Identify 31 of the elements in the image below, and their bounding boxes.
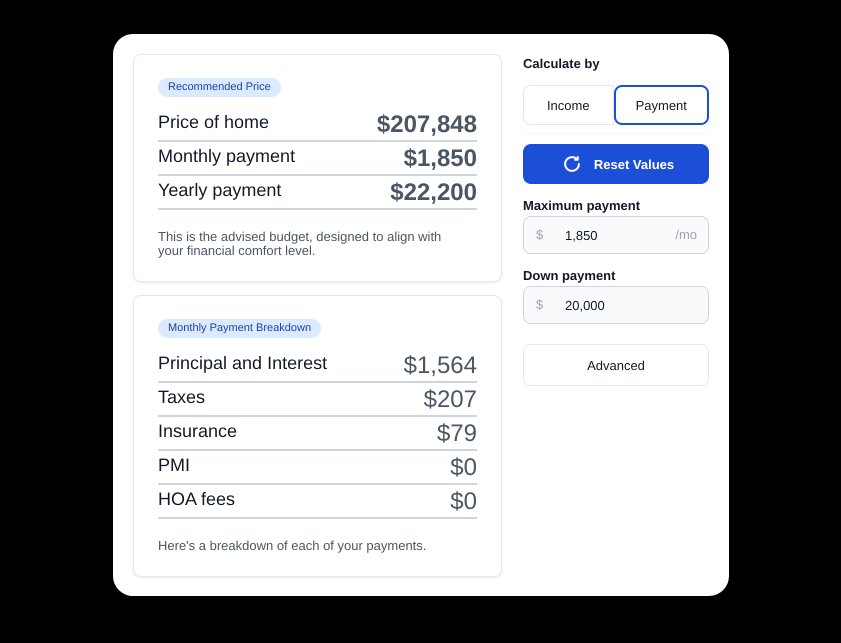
row-value: $207 xyxy=(424,385,477,415)
currency-prefix: $ xyxy=(536,226,544,244)
section-badge: Recommended Price xyxy=(158,78,281,97)
row-label: HOA fees xyxy=(158,488,236,511)
refresh-icon xyxy=(564,156,580,172)
row-label: Yearly payment xyxy=(158,179,282,202)
unit-suffix: /mo xyxy=(675,226,697,244)
row-label: Price of home xyxy=(158,111,270,134)
calculate-tab[interactable]: Income xyxy=(523,85,614,125)
row-value: $207,848 xyxy=(376,110,477,140)
section-label: Calculate by xyxy=(523,55,601,73)
section-badge: Monthly Payment Breakdown xyxy=(158,319,322,338)
row-label: PMI xyxy=(158,454,190,477)
row-value: $79 xyxy=(436,419,477,449)
card-note: This is the advised budget, designed to align with your financial comfort level. xyxy=(158,230,442,258)
row-label: Principal and Interest xyxy=(158,352,328,375)
field-label: Down payment xyxy=(523,267,616,285)
currency-prefix: $ xyxy=(536,296,544,314)
row-label: Taxes xyxy=(158,386,206,409)
row-value: $1,564 xyxy=(404,351,477,381)
row-value: $0 xyxy=(450,487,477,517)
advanced-button[interactable]: Advanced xyxy=(523,344,709,386)
reset-button[interactable]: Reset Values xyxy=(523,144,709,184)
row-value: $22,200 xyxy=(390,178,477,208)
row-label: Monthly payment xyxy=(158,145,296,168)
row-value: $0 xyxy=(450,453,477,483)
field-label: Maximum payment xyxy=(523,197,642,215)
row-value: $1,850 xyxy=(404,144,477,174)
card-note: Here's a breakdown of each of your payments. xyxy=(158,539,426,553)
row-label: Insurance xyxy=(158,420,238,443)
calculate-tab[interactable]: Payment xyxy=(614,85,709,125)
